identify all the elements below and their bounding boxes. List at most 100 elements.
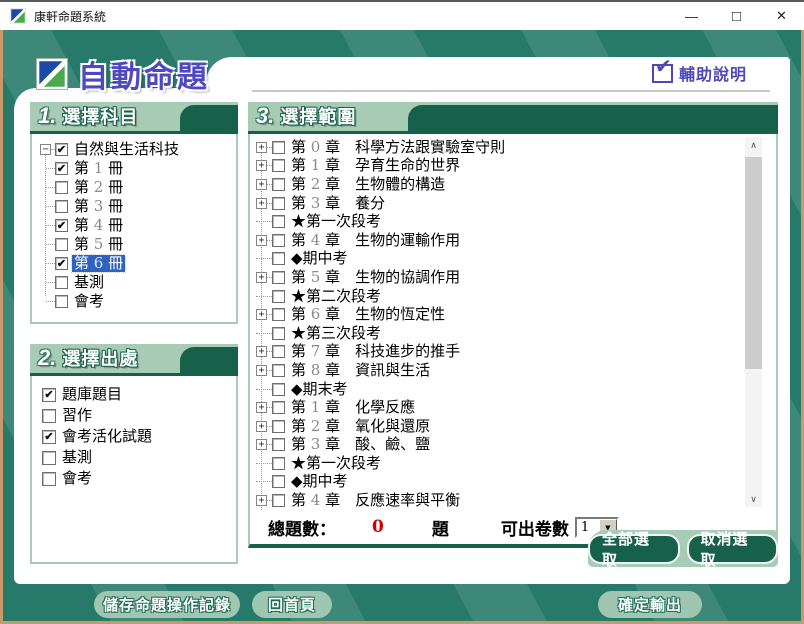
checkbox[interactable] xyxy=(42,472,56,486)
checkbox[interactable] xyxy=(42,451,56,465)
source-item-row[interactable]: 基測 xyxy=(32,447,236,468)
checkbox[interactable] xyxy=(55,276,68,289)
subject-item-row[interactable]: ✔ 第 4 冊 xyxy=(32,216,236,235)
expand-icon[interactable]: + xyxy=(256,495,267,506)
expand-icon[interactable]: + xyxy=(256,235,267,246)
subject-item-row[interactable]: 第 5 冊 xyxy=(32,235,236,254)
checkbox[interactable]: ✔ xyxy=(55,143,68,156)
checkbox[interactable] xyxy=(272,178,285,191)
checkbox[interactable] xyxy=(55,181,68,194)
checkbox[interactable]: ✔ xyxy=(55,219,68,232)
subject-item-row[interactable]: 基測 xyxy=(32,273,236,292)
checkbox[interactable] xyxy=(272,457,285,470)
range-row[interactable]: +第 5 章 生物的協調作用 xyxy=(250,268,776,287)
checkbox[interactable] xyxy=(272,438,285,451)
checkbox[interactable] xyxy=(272,252,285,265)
subject-item-row[interactable]: ✔第 1 冊 xyxy=(32,159,236,178)
subject-item-row[interactable]: 第 2 冊 xyxy=(32,178,236,197)
subject-root-row[interactable]: −✔自然與生活科技 xyxy=(32,140,236,159)
range-row[interactable]: +第 1 章 化學反應 xyxy=(250,398,776,417)
collapse-icon[interactable]: − xyxy=(40,144,51,155)
expand-icon[interactable]: + xyxy=(256,198,267,209)
expand-icon[interactable]: + xyxy=(256,179,267,190)
checkbox[interactable] xyxy=(272,475,285,488)
expand-icon[interactable]: + xyxy=(256,272,267,283)
tree-connector xyxy=(46,168,55,169)
checkbox[interactable]: ✔ xyxy=(42,388,56,402)
checkbox[interactable] xyxy=(272,290,285,303)
checkbox[interactable] xyxy=(272,327,285,340)
help-link[interactable]: ✔ 輔助說明 xyxy=(652,61,747,85)
range-row[interactable]: ◆期中考 xyxy=(250,250,776,269)
scroll-up-icon[interactable]: ∧ xyxy=(745,137,762,153)
range-row[interactable]: +第 8 章 資訊與生活 xyxy=(250,361,776,380)
close-button[interactable]: ✕ xyxy=(759,2,804,30)
range-row[interactable]: ★第二次段考 xyxy=(250,287,776,306)
expand-icon[interactable]: + xyxy=(256,402,267,413)
checkbox[interactable] xyxy=(55,200,68,213)
source-item-row[interactable]: 會考 xyxy=(32,468,236,489)
source-item-row[interactable]: ✔會考活化試題 xyxy=(32,426,236,447)
range-row[interactable]: +第 2 章 氧化與還原 xyxy=(250,417,776,436)
range-row[interactable]: +第 3 章 酸、鹼、鹽 xyxy=(250,436,776,455)
deselect-all-button[interactable]: 取消選取 xyxy=(687,534,779,564)
checkbox[interactable] xyxy=(55,238,68,251)
range-row[interactable]: +第 0 章 科學方法跟實驗室守則 xyxy=(250,138,776,157)
expand-icon[interactable]: + xyxy=(256,365,267,376)
checkbox[interactable] xyxy=(272,364,285,377)
checkbox[interactable] xyxy=(272,345,285,358)
scrollbar[interactable]: ∧ ∨ xyxy=(745,137,762,507)
subject-item-row[interactable]: 第 3 冊 xyxy=(32,197,236,216)
range-row[interactable]: +第 7 章 科技進步的推手 xyxy=(250,343,776,362)
expand-icon[interactable]: + xyxy=(256,142,267,153)
expand-icon[interactable]: + xyxy=(256,346,267,357)
subject-item-row[interactable]: 會考 xyxy=(32,292,236,311)
range-row[interactable]: ◆期中考 xyxy=(250,473,776,492)
source-item-row[interactable]: 習作 xyxy=(32,405,236,426)
range-row[interactable]: +第 4 章 生物的運輸作用 xyxy=(250,231,776,250)
scrollbar-thumb[interactable] xyxy=(745,157,762,369)
range-row[interactable]: +第 3 章 養分 xyxy=(250,194,776,213)
expand-icon[interactable]: + xyxy=(256,421,267,432)
checkbox[interactable] xyxy=(55,295,68,308)
checkbox[interactable] xyxy=(272,234,285,247)
range-row[interactable]: +第 1 章 孕育生命的世界 xyxy=(250,157,776,176)
expand-icon[interactable]: + xyxy=(256,160,267,171)
checkbox[interactable]: ✔ xyxy=(55,162,68,175)
checkbox[interactable] xyxy=(272,141,285,154)
expand-icon[interactable]: + xyxy=(256,439,267,450)
minimize-button[interactable]: — xyxy=(669,2,714,30)
subject-item-label: 第 4 冊 xyxy=(72,217,125,234)
checkbox[interactable] xyxy=(272,197,285,210)
scroll-down-icon[interactable]: ∨ xyxy=(745,491,762,507)
source-item-row[interactable]: ✔ 題庫題目 xyxy=(32,384,236,405)
range-row[interactable]: ★第三次段考 xyxy=(250,324,776,343)
subject-item-row[interactable]: ✔第 6 冊 xyxy=(32,254,236,273)
maximize-button[interactable]: □ xyxy=(714,2,759,30)
select-all-button[interactable]: 全部選取 xyxy=(588,534,680,564)
home-button[interactable]: 回首頁 xyxy=(252,591,332,618)
source-item-label: 習作 xyxy=(60,407,94,424)
range-row[interactable]: +第 2 章 生物體的構造 xyxy=(250,175,776,194)
checkbox[interactable] xyxy=(272,420,285,433)
source-item-label: 題庫題目 xyxy=(60,386,124,403)
panel-title: 選擇出處 xyxy=(62,345,138,371)
range-row[interactable]: ★第一次段考 xyxy=(250,212,776,231)
expand-icon[interactable]: + xyxy=(256,309,267,320)
checkbox[interactable]: ✔ xyxy=(55,257,68,270)
checkbox[interactable] xyxy=(272,401,285,414)
save-record-button[interactable]: 儲存命題操作記錄 xyxy=(94,591,240,618)
confirm-output-button[interactable]: 確定輸出 xyxy=(598,591,702,618)
range-row[interactable]: ◆期末考 xyxy=(250,380,776,399)
checkbox[interactable] xyxy=(272,159,285,172)
checkbox[interactable] xyxy=(272,308,285,321)
checkbox[interactable] xyxy=(42,409,56,423)
range-row[interactable]: +第 4 章 反應速率與平衡 xyxy=(250,491,776,510)
range-row[interactable]: ★第一次段考 xyxy=(250,454,776,473)
checkbox[interactable] xyxy=(272,383,285,396)
checkbox[interactable]: ✔ xyxy=(42,430,56,444)
range-row[interactable]: +第 6 章 生物的恆定性 xyxy=(250,305,776,324)
checkbox[interactable] xyxy=(272,271,285,284)
checkbox[interactable] xyxy=(272,215,285,228)
checkbox[interactable] xyxy=(272,494,285,507)
